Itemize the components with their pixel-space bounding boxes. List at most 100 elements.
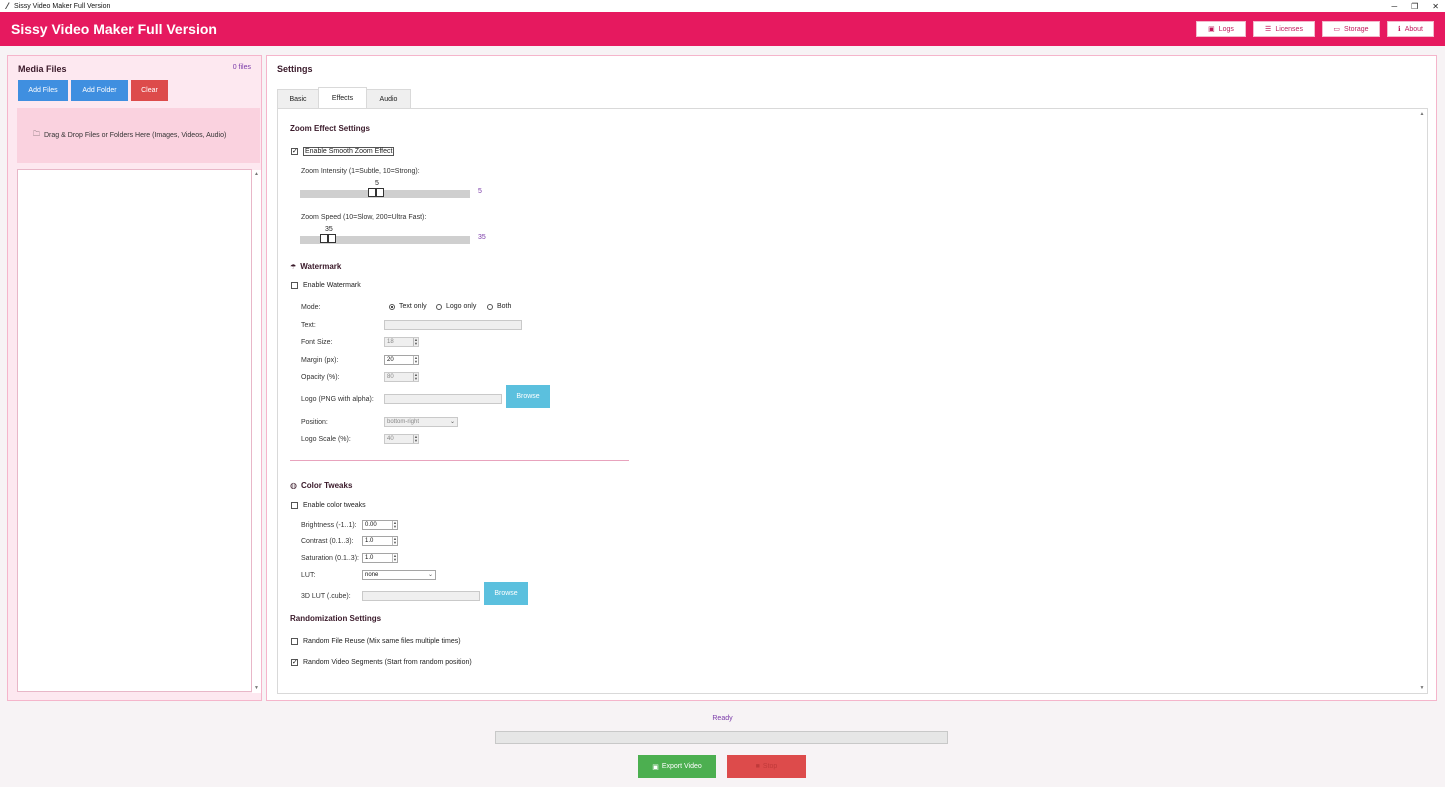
margin-value: 20 — [387, 357, 394, 363]
file-count: 0 files — [232, 64, 251, 71]
mode-text-only-label: Text only — [399, 303, 427, 310]
add-files-button[interactable]: Add Files — [18, 80, 68, 101]
scroll-up-icon[interactable]: ▲ — [252, 170, 261, 179]
slider-thumb[interactable] — [320, 234, 336, 243]
enable-zoom-checkbox[interactable]: ✓ Enable Smooth Zoom Effect — [291, 147, 395, 156]
zoom-intensity-label: Zoom Intensity (1=Subtle, 10=Strong): — [301, 168, 420, 175]
watermark-section-title: ☂ Watermark — [290, 262, 342, 271]
tab-effects[interactable]: Effects — [318, 87, 367, 109]
folder-icon: ▭ — [1333, 26, 1341, 33]
info-icon: ℹ — [1398, 26, 1401, 33]
spin-arrows-icon[interactable]: ▲ ▼ — [413, 373, 418, 381]
tab-audio[interactable]: Audio — [366, 89, 411, 109]
list-icon: ☰ — [1265, 26, 1272, 33]
stop-label: Stop — [762, 763, 778, 770]
contrast-spinbox[interactable]: 1.0 ▲ ▼ — [362, 536, 398, 546]
save-icon: ▣ — [652, 763, 659, 771]
settings-scrollbar[interactable]: ▲ ▼ — [1417, 109, 1427, 693]
brightness-label: Brightness (-1..1): — [301, 522, 357, 529]
about-label: About — [1404, 25, 1423, 33]
saturation-spinbox[interactable]: 1.0 ▲ ▼ — [362, 553, 398, 563]
storage-button[interactable]: ▭ Storage — [1322, 21, 1380, 37]
enable-watermark-checkbox[interactable]: Enable Watermark — [291, 282, 361, 289]
file-list[interactable]: ▲ ▼ — [17, 169, 261, 693]
logs-button[interactable]: ▣ Logs — [1196, 21, 1246, 37]
spin-arrows-icon[interactable]: ▲ ▼ — [413, 338, 418, 346]
logo-label: Logo (PNG with alpha): — [301, 396, 374, 403]
random-section-title: Randomization Settings — [290, 614, 382, 623]
lut3d-path-input[interactable] — [362, 591, 480, 601]
watermark-text-input[interactable] — [384, 320, 522, 330]
log-icon: ▣ — [1208, 26, 1215, 33]
export-video-button[interactable]: ▣ Export Video — [638, 755, 716, 778]
tab-basic[interactable]: Basic — [277, 89, 319, 109]
zoom-speed-tick-value: 35 — [325, 226, 333, 233]
zoom-intensity-value: 5 — [478, 188, 482, 195]
slider-thumb[interactable] — [368, 188, 384, 197]
margin-spinbox[interactable]: 20 ▲ ▼ — [384, 355, 419, 365]
licenses-button[interactable]: ☰ Licenses — [1253, 21, 1315, 37]
mode-both-radio[interactable]: Both — [487, 303, 511, 310]
spin-arrows-icon[interactable]: ▲ ▼ — [392, 521, 397, 529]
contrast-label: Contrast (0.1..3): — [301, 538, 354, 545]
brightness-value: 0.00 — [365, 522, 377, 528]
saturation-label: Saturation (0.1..3): — [301, 555, 359, 562]
chevron-down-icon: ⌄ — [427, 572, 433, 578]
clear-button[interactable]: Clear — [131, 80, 168, 101]
scroll-down-icon[interactable]: ▼ — [1417, 683, 1427, 693]
spin-arrows-icon[interactable]: ▲ ▼ — [413, 356, 418, 364]
spin-arrows-icon[interactable]: ▲ ▼ — [392, 554, 397, 562]
scroll-up-icon[interactable]: ▲ — [1417, 109, 1427, 119]
mode-logo-only-label: Logo only — [446, 303, 477, 310]
spin-arrows-icon[interactable]: ▲ ▼ — [413, 435, 418, 443]
palette-icon: ☂ — [290, 263, 297, 271]
color-section-title: ◍ Color Tweaks — [290, 481, 353, 490]
about-button[interactable]: ℹ About — [1387, 21, 1434, 37]
opacity-spinbox[interactable]: 80 ▲ ▼ — [384, 372, 419, 382]
window-titlebar: Sissy Video Maker Full Version ─ ❐ ✕ — [0, 0, 1445, 12]
maximize-button[interactable]: ❐ — [1411, 2, 1418, 11]
drop-zone[interactable]: 🗀 Drag & Drop Files or Folders Here (Ima… — [17, 108, 260, 163]
lut-label: LUT: — [301, 572, 316, 579]
enable-color-checkbox[interactable]: Enable color tweaks — [291, 502, 366, 509]
checkbox-box — [291, 638, 298, 645]
margin-label: Margin (px): — [301, 357, 339, 364]
zoom-speed-slider[interactable] — [300, 234, 470, 244]
zoom-speed-label: Zoom Speed (10=Slow, 200=Ultra Fast): — [301, 214, 427, 221]
logo-scale-spinbox[interactable]: 40 ▲ ▼ — [384, 434, 419, 444]
window-title: Sissy Video Maker Full Version — [14, 2, 111, 10]
stop-button[interactable]: ■ Stop — [727, 755, 806, 778]
spin-arrows-icon[interactable]: ▲ ▼ — [392, 537, 397, 545]
lut-browse-button[interactable]: Browse — [484, 582, 528, 605]
media-files-title: Media Files — [18, 64, 67, 74]
random-segments-label: Random Video Segments (Start from random… — [303, 659, 472, 666]
export-video-label: Export Video — [661, 763, 702, 770]
logo-path-input[interactable] — [384, 394, 502, 404]
mode-logo-only-radio[interactable]: Logo only — [436, 303, 476, 310]
add-folder-button[interactable]: Add Folder — [71, 80, 128, 101]
font-size-value: 18 — [387, 339, 394, 345]
lut-value: none — [365, 572, 379, 578]
font-size-spinbox[interactable]: 18 ▲ ▼ — [384, 337, 419, 347]
mode-text-only-radio[interactable]: Text only — [389, 303, 427, 310]
minimize-button[interactable]: ─ — [1391, 2, 1397, 11]
export-progress-bar — [495, 731, 948, 744]
file-list-scrollbar[interactable]: ▲ ▼ — [252, 170, 261, 693]
drop-zone-label: Drag & Drop Files or Folders Here (Image… — [44, 132, 227, 139]
settings-panel: Settings Basic Effects Audio ▲ ▼ Zoom Ef… — [266, 55, 1437, 701]
media-files-panel: Media Files 0 files Add Files Add Folder… — [7, 55, 262, 701]
random-reuse-checkbox[interactable]: Random File Reuse (Mix same files multip… — [291, 638, 461, 645]
random-segments-checkbox[interactable]: ✓ Random Video Segments (Start from rand… — [291, 659, 472, 666]
checkbox-box: ✓ — [291, 148, 298, 155]
position-select[interactable]: bottom-right ⌄ — [384, 417, 458, 427]
lut-select[interactable]: none ⌄ — [362, 570, 436, 580]
scroll-down-icon[interactable]: ▼ — [252, 684, 261, 693]
zoom-intensity-slider[interactable] — [300, 188, 470, 198]
brightness-spinbox[interactable]: 0.00 ▲ ▼ — [362, 520, 398, 530]
radio-circle — [389, 303, 395, 310]
random-reuse-label: Random File Reuse (Mix same files multip… — [303, 638, 461, 645]
mode-label: Mode: — [301, 304, 321, 311]
close-window-button[interactable]: ✕ — [1432, 2, 1439, 11]
licenses-label: Licenses — [1275, 25, 1303, 33]
logo-browse-button[interactable]: Browse — [506, 385, 550, 408]
